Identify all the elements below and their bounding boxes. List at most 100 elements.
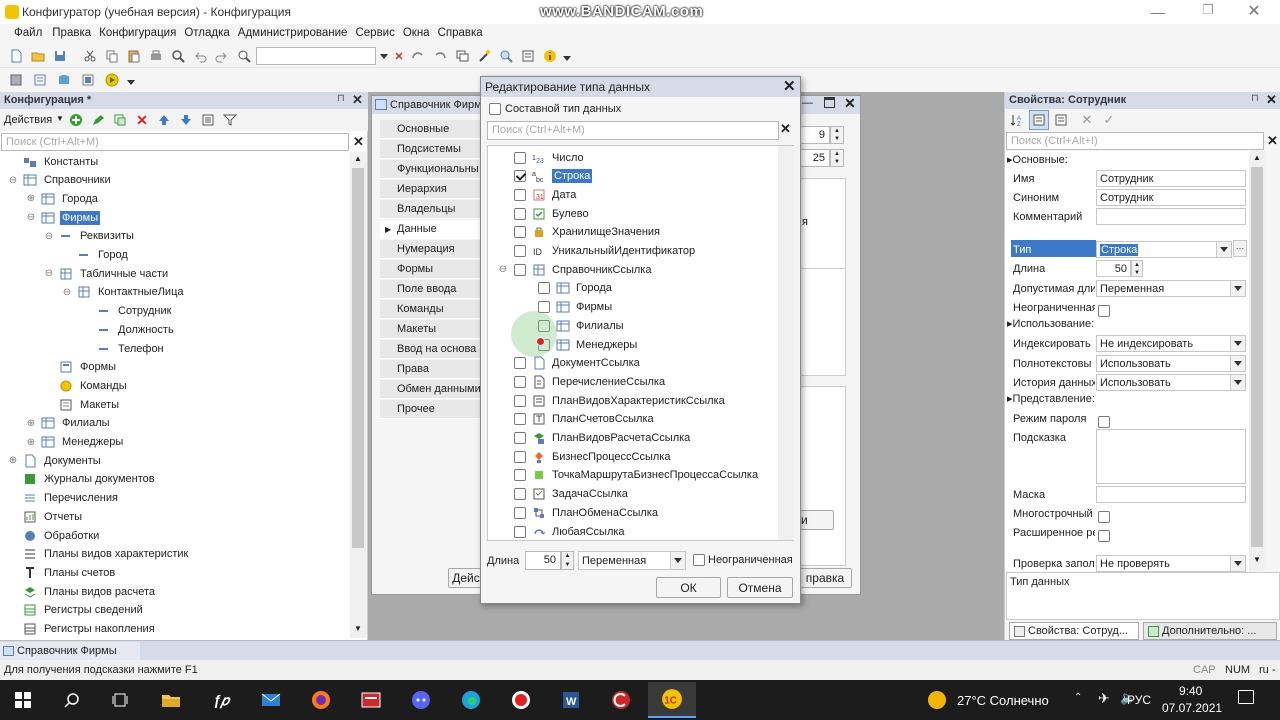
window-tab-catalog[interactable]: Справочник Фирмы xyxy=(0,642,140,660)
tree-expander-icon[interactable]: ⊖ xyxy=(8,175,18,186)
catalog-minimize[interactable]: — xyxy=(802,97,813,109)
catalog-close[interactable]: ✕ xyxy=(844,95,856,112)
type-checkbox[interactable] xyxy=(514,525,526,538)
properties-scroll-down[interactable]: ▼ xyxy=(1253,555,1261,564)
dialog-length-input[interactable]: 50 xyxy=(525,551,561,570)
config-panel-close[interactable]: ✕ xyxy=(352,92,363,108)
scroll-up-icon[interactable]: ▲ xyxy=(354,154,362,163)
clear-search-icon[interactable]: ✕ xyxy=(392,46,406,66)
property-pages-icon[interactable] xyxy=(1051,110,1071,130)
properties-scroll-up[interactable]: ▲ xyxy=(1253,153,1261,162)
type-checkbox[interactable] xyxy=(514,506,526,519)
save-icon[interactable] xyxy=(50,46,70,66)
type-search-input[interactable]: Поиск (Ctrl+Alt+M) xyxy=(487,121,779,140)
unlimited-checkbox[interactable] xyxy=(1098,304,1110,317)
multiline-checkbox[interactable] xyxy=(1098,510,1110,523)
windows-icon[interactable] xyxy=(452,46,472,66)
mail-icon[interactable] xyxy=(256,686,286,714)
properties-scroll-thumb[interactable] xyxy=(1251,167,1263,547)
tree-item[interactable]: Формы xyxy=(44,358,118,377)
catalog-num2-spinner[interactable]: ▲ ▼ xyxy=(830,149,844,167)
catalog-nav-item[interactable]: Формы xyxy=(380,260,490,279)
tree-item[interactable]: Город xyxy=(62,246,130,265)
config-tree-icon[interactable] xyxy=(6,70,26,90)
section-usage[interactable]: ▸Использование: xyxy=(1007,317,1094,330)
clock-time[interactable]: 9:40 xyxy=(1179,684,1202,698)
app-red-icon[interactable] xyxy=(606,686,636,714)
properties-clear-icon[interactable]: ✕ xyxy=(1077,110,1097,130)
type-item[interactable]: Города xyxy=(538,279,612,298)
config-search-clear[interactable]: ✕ xyxy=(353,134,364,150)
catalog-nav-item[interactable]: Обмен данными xyxy=(380,380,490,399)
type-item[interactable]: Фирмы xyxy=(538,298,612,317)
sort-az-icon[interactable]: AZ xyxy=(1007,110,1027,130)
pin-icon[interactable]: ⊓ xyxy=(337,93,345,104)
tree-item[interactable]: ⊖ Справочники xyxy=(8,171,113,190)
type-checkbox[interactable] xyxy=(514,170,526,183)
tree-item[interactable]: ⊖ Реквизиты xyxy=(44,227,136,246)
app-fp-icon[interactable]: ƒ𝑝 xyxy=(206,686,236,714)
type-checkbox[interactable] xyxy=(514,263,526,276)
catalog-nav-item[interactable]: Подсистемы xyxy=(380,140,490,159)
comment-field[interactable] xyxy=(1096,208,1246,225)
catalog-nav-item[interactable]: Основные xyxy=(380,120,490,139)
cut-icon[interactable] xyxy=(80,46,100,66)
hint-field[interactable] xyxy=(1096,429,1246,484)
filter-icon[interactable] xyxy=(220,110,240,130)
tree-expander-icon[interactable]: ⊕ xyxy=(26,418,36,429)
find-icon[interactable] xyxy=(168,46,188,66)
type-checkbox[interactable] xyxy=(514,226,526,239)
catalog-nav-item[interactable]: Команды xyxy=(380,300,490,319)
tree-item[interactable]: Отчеты xyxy=(8,507,84,526)
type-dialog-close[interactable]: ✕ xyxy=(783,77,796,95)
type-checkbox[interactable] xyxy=(514,394,526,407)
menu-item[interactable]: Правка xyxy=(48,27,95,39)
type-list-scrollbar[interactable] xyxy=(778,146,794,540)
update-db-icon[interactable] xyxy=(54,70,74,90)
type-item[interactable]: ID УникальныйИдентификатор xyxy=(498,242,695,261)
copy-item-icon[interactable] xyxy=(110,110,130,130)
properties-scrollbar[interactable]: ▲ ▼ xyxy=(1249,151,1265,571)
tree-expander-icon[interactable]: ⊖ xyxy=(62,287,72,298)
scroll-down-icon[interactable]: ▼ xyxy=(354,624,362,633)
file-explorer-icon[interactable] xyxy=(156,686,186,714)
edit-pencil-icon[interactable] xyxy=(88,110,108,130)
type-item[interactable]: 1 23 Число xyxy=(498,148,584,167)
properties-check-icon[interactable]: ✓ xyxy=(1099,110,1119,130)
search-dropdown-icon[interactable] xyxy=(378,46,390,66)
catalog-nav-item[interactable]: Макеты xyxy=(380,320,490,339)
properties-tab-1[interactable]: Свойства: Сотруд... xyxy=(1009,622,1139,640)
history-field[interactable]: Использовать xyxy=(1096,374,1246,391)
catalog-nav-item[interactable]: Владельцы xyxy=(380,200,490,219)
type-checkbox[interactable] xyxy=(514,375,526,388)
tree-expander-icon[interactable]: ⊖ xyxy=(44,268,54,279)
config-search-input[interactable]: Поиск (Ctrl+Alt+M) xyxy=(1,133,349,151)
menu-item[interactable]: Отладка xyxy=(180,27,233,39)
tree-item[interactable]: Телефон xyxy=(82,339,166,358)
fulltext-field[interactable]: Использовать xyxy=(1096,355,1246,372)
open-icon[interactable] xyxy=(28,46,48,66)
sort-icon[interactable] xyxy=(198,110,218,130)
restore-button[interactable]: ❐ xyxy=(1198,2,1218,20)
menu-item[interactable]: Конфигурация xyxy=(95,27,180,39)
info-icon[interactable] xyxy=(540,46,560,66)
search-icon[interactable] xyxy=(57,686,87,714)
tree-item[interactable]: Журналы документов xyxy=(8,470,157,489)
minimize-button[interactable]: — xyxy=(1148,4,1168,20)
index-dropdown[interactable] xyxy=(1230,336,1245,351)
type-item[interactable]: ТочкаМаршрутаБизнесПроцессаСсылка xyxy=(498,466,758,485)
properties-close[interactable]: ✕ xyxy=(1266,92,1277,108)
type-checkbox[interactable] xyxy=(514,413,526,426)
type-checkbox[interactable] xyxy=(514,432,526,444)
tree-item[interactable]: Команды xyxy=(44,376,129,395)
properties-search-clear[interactable]: ✕ xyxy=(1267,133,1278,149)
length-field[interactable]: 50 xyxy=(1096,260,1131,277)
info-dropdown-icon[interactable] xyxy=(562,46,572,66)
type-item[interactable]: Булево xyxy=(498,204,589,223)
properties-search-input[interactable]: Поиск (Ctrl+Alt+I) xyxy=(1006,132,1264,150)
properties-pin-icon[interactable]: ⊓ xyxy=(1251,93,1259,104)
allowed-length-field[interactable]: Переменная xyxy=(1096,280,1246,297)
menu-item[interactable]: Справка xyxy=(434,27,487,39)
media-app-icon[interactable] xyxy=(356,686,386,714)
tree-item[interactable]: ⊕ Филиалы xyxy=(26,414,112,433)
